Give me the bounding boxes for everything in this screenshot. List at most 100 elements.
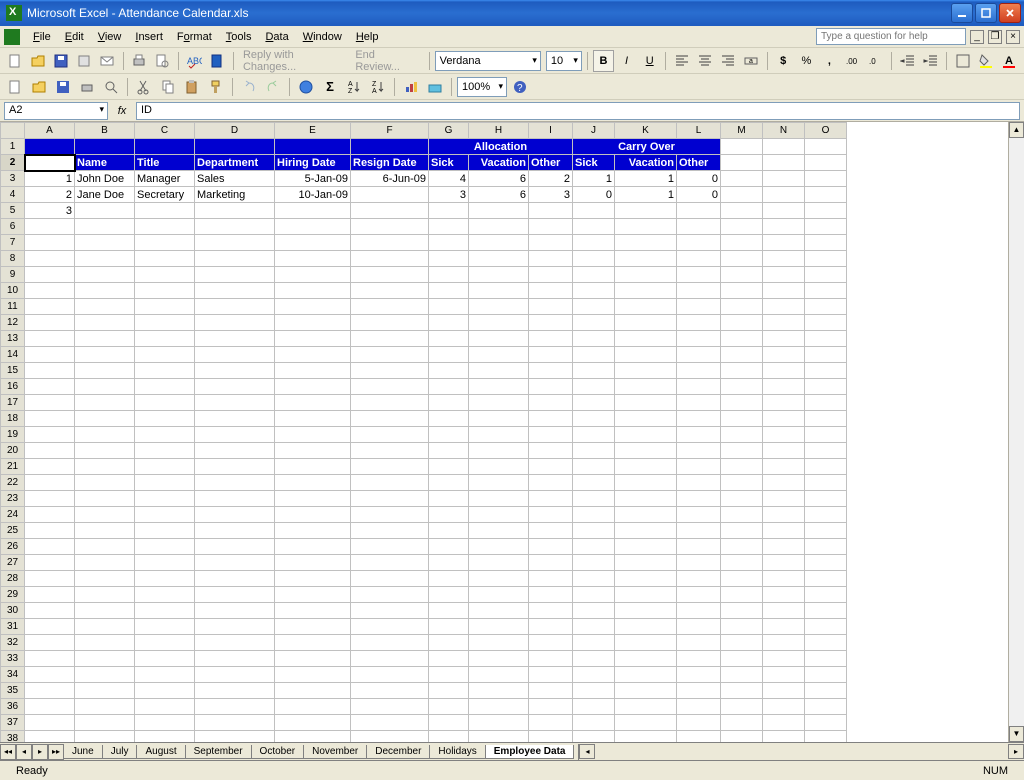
col-header-A[interactable]: A [25,123,75,139]
sort-asc-icon[interactable]: AZ [343,76,365,98]
doc-close-button[interactable]: × [1006,30,1020,44]
row-header-1[interactable]: 1 [1,139,25,155]
sheet-tab-december[interactable]: December [366,745,430,759]
cell[interactable]: 0 [573,187,615,203]
sheet-tab-june[interactable]: June [63,745,103,759]
header-title[interactable]: Title [135,155,195,171]
cell[interactable] [529,203,573,219]
cell[interactable] [135,203,195,219]
row-header-4[interactable]: 4 [1,187,25,203]
open-icon-2[interactable] [28,76,50,98]
row-header-3[interactable]: 3 [1,171,25,187]
print-icon[interactable] [129,50,150,72]
permission-icon[interactable] [73,50,94,72]
sort-desc-icon[interactable]: ZA [367,76,389,98]
header-other2[interactable]: Other [677,155,721,171]
col-header-L[interactable]: L [677,123,721,139]
row-header-30[interactable]: 30 [1,603,25,619]
decrease-decimal-icon[interactable]: .0 [865,50,886,72]
menu-window[interactable]: Window [296,28,349,46]
cell[interactable]: 3 [429,187,469,203]
cell[interactable]: Sales [195,171,275,187]
menu-format[interactable]: Format [170,28,219,46]
row-header-6[interactable]: 6 [1,219,25,235]
row-header-11[interactable]: 11 [1,299,25,315]
font-size-dropdown[interactable]: 10 [546,51,582,71]
cell[interactable] [351,187,429,203]
row-header-25[interactable]: 25 [1,523,25,539]
help-icon[interactable]: ? [509,76,531,98]
cell[interactable] [75,203,135,219]
menu-view[interactable]: View [91,28,129,46]
chart-wizard-icon[interactable] [400,76,422,98]
col-header-M[interactable]: M [721,123,763,139]
row-header-20[interactable]: 20 [1,443,25,459]
cell[interactable]: 1 [25,171,75,187]
formula-input[interactable]: ID [136,102,1020,120]
col-header-N[interactable]: N [763,123,805,139]
open-icon[interactable] [27,50,48,72]
font-dropdown[interactable]: Verdana [435,51,541,71]
borders-icon[interactable] [952,50,973,72]
row-header-16[interactable]: 16 [1,379,25,395]
cell[interactable] [429,203,469,219]
name-box[interactable]: A2 [4,102,108,120]
maximize-button[interactable] [975,3,997,23]
align-center-icon[interactable] [694,50,715,72]
row-header-33[interactable]: 33 [1,651,25,667]
row-header-36[interactable]: 36 [1,699,25,715]
sheet-tab-september[interactable]: September [185,745,252,759]
cell[interactable]: John Doe [75,171,135,187]
header-sick1[interactable]: Sick [429,155,469,171]
underline-button[interactable]: U [639,50,660,72]
cell[interactable] [351,203,429,219]
header-hire[interactable]: Hiring Date [275,155,351,171]
cell[interactable] [677,203,721,219]
print-preview-icon[interactable] [152,50,173,72]
undo-icon[interactable] [238,76,260,98]
cell[interactable]: 4 [429,171,469,187]
preview-icon-2[interactable] [100,76,122,98]
header-resign[interactable]: Resign Date [351,155,429,171]
row-header-27[interactable]: 27 [1,555,25,571]
col-header-F[interactable]: F [351,123,429,139]
col-header-C[interactable]: C [135,123,195,139]
italic-button[interactable]: I [616,50,637,72]
bold-button[interactable]: B [593,50,614,72]
row-header-18[interactable]: 18 [1,411,25,427]
cell[interactable]: 1 [573,171,615,187]
cell[interactable]: 5-Jan-09 [275,171,351,187]
cell[interactable] [573,203,615,219]
row-header-38[interactable]: 38 [1,731,25,743]
row-header-31[interactable]: 31 [1,619,25,635]
close-button[interactable] [999,3,1021,23]
align-right-icon[interactable] [717,50,738,72]
merge-center-icon[interactable]: a [741,50,762,72]
cell[interactable]: 10-Jan-09 [275,187,351,203]
comma-icon[interactable]: , [819,50,840,72]
sheet-tab-october[interactable]: October [251,745,305,759]
row-header-24[interactable]: 24 [1,507,25,523]
currency-icon[interactable]: $ [773,50,794,72]
tab-nav-first[interactable]: ◂◂ [0,744,16,760]
cell[interactable] [195,203,275,219]
save-icon-2[interactable] [52,76,74,98]
menu-tools[interactable]: Tools [219,28,259,46]
row-header-34[interactable]: 34 [1,667,25,683]
cell[interactable]: 1 [615,171,677,187]
menu-insert[interactable]: Insert [128,28,170,46]
tab-nav-last[interactable]: ▸▸ [48,744,64,760]
header-sick2[interactable]: Sick [573,155,615,171]
header-vac1[interactable]: Vacation [469,155,529,171]
spellcheck-icon[interactable]: ABC [184,50,205,72]
row-header-14[interactable]: 14 [1,347,25,363]
menu-data[interactable]: Data [258,28,295,46]
new-workbook-icon[interactable] [4,50,25,72]
cell[interactable]: Manager [135,171,195,187]
vertical-scrollbar[interactable]: ▲ ▼ [1008,122,1024,742]
col-header-I[interactable]: I [529,123,573,139]
cell[interactable]: 3 [25,203,75,219]
menu-file[interactable]: File [26,28,58,46]
row-header-9[interactable]: 9 [1,267,25,283]
cell[interactable]: Jane Doe [75,187,135,203]
